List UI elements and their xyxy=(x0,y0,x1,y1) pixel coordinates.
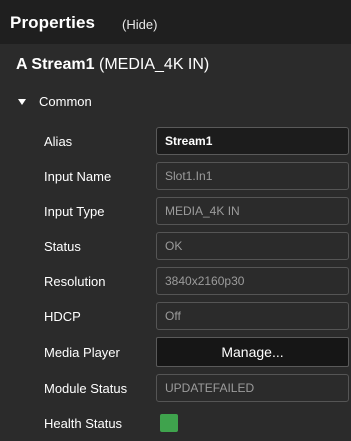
row-hdcp: HDCP xyxy=(0,302,351,332)
health-status-indicator xyxy=(160,414,178,432)
alias-input[interactable] xyxy=(156,127,349,155)
hide-panel-link[interactable]: (Hide) xyxy=(122,17,157,32)
input-type-field xyxy=(156,197,349,225)
alias-label: Alias xyxy=(44,134,73,149)
properties-header: Properties (Hide) xyxy=(0,0,351,44)
stream-name: A Stream1 xyxy=(16,56,95,73)
stream-heading: A Stream1 (MEDIA_4K IN) xyxy=(16,56,209,74)
row-media-player: Media Player Manage... xyxy=(0,337,351,367)
row-input-name: Input Name xyxy=(0,162,351,192)
section-common-label: Common xyxy=(39,94,92,109)
row-alias: Alias xyxy=(0,127,351,157)
hdcp-label: HDCP xyxy=(44,309,81,324)
properties-panel: Properties (Hide) A Stream1 (MEDIA_4K IN… xyxy=(0,0,351,441)
row-input-type: Input Type xyxy=(0,197,351,227)
resolution-label: Resolution xyxy=(44,274,106,289)
row-module-status: Module Status xyxy=(0,374,351,404)
status-field xyxy=(156,232,349,260)
section-common-toggle[interactable]: Common xyxy=(18,94,92,109)
properties-title: Properties xyxy=(10,13,96,32)
resolution-field xyxy=(156,267,349,295)
input-name-label: Input Name xyxy=(44,169,112,184)
input-type-label: Input Type xyxy=(44,204,105,219)
health-status-label: Health Status xyxy=(44,416,123,431)
row-health-status: Health Status xyxy=(0,410,351,440)
module-status-label: Module Status xyxy=(44,381,128,396)
input-name-field xyxy=(156,162,349,190)
row-resolution: Resolution xyxy=(0,267,351,297)
hdcp-field xyxy=(156,302,349,330)
row-status: Status xyxy=(0,232,351,262)
caret-down-icon xyxy=(18,99,26,105)
stream-type: (MEDIA_4K IN) xyxy=(99,56,210,73)
manage-media-player-button[interactable]: Manage... xyxy=(156,337,349,367)
status-label: Status xyxy=(44,239,81,254)
module-status-field xyxy=(156,374,349,402)
media-player-label: Media Player xyxy=(44,345,120,360)
